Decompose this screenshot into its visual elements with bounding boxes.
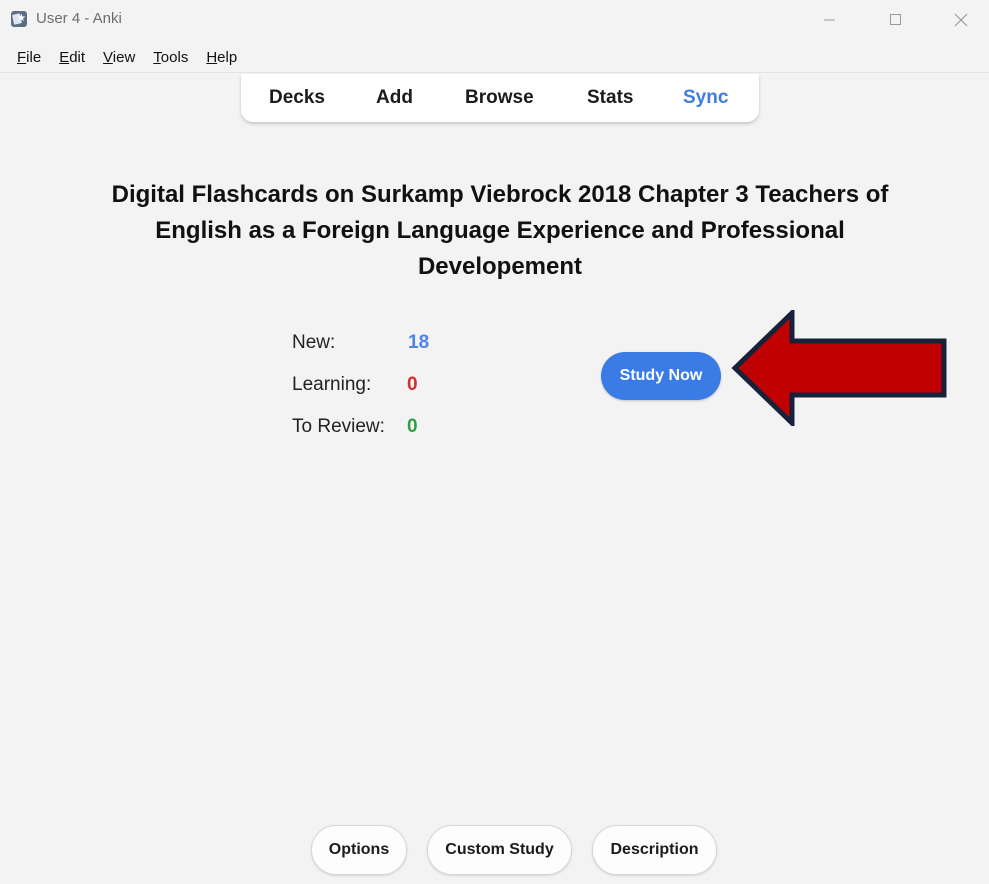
count-row-review: To Review: 0 (292, 406, 418, 448)
anki-icon (11, 11, 27, 27)
menu-divider (0, 72, 989, 73)
toolbar-sync-link[interactable]: Sync (683, 87, 728, 109)
deck-title: Digital Flashcards on Surkamp Viebrock 2… (111, 181, 889, 280)
menu-help[interactable]: Help (205, 49, 238, 66)
new-label: New: (292, 332, 336, 353)
window-title: User 4 - Anki (36, 10, 122, 27)
menu-file[interactable]: File (16, 49, 42, 66)
menu-view[interactable]: View (102, 49, 136, 66)
custom-study-button[interactable]: Custom Study (427, 825, 572, 875)
close-button[interactable] (933, 2, 989, 38)
toolbar-decks-link[interactable]: Decks (269, 87, 325, 109)
review-label: To Review: (292, 416, 385, 437)
close-icon (954, 13, 968, 27)
maximize-button[interactable] (866, 2, 926, 38)
review-count: 0 (407, 416, 418, 437)
learning-label: Learning: (292, 374, 372, 395)
menu-edit[interactable]: Edit (58, 49, 86, 66)
arrow-left-annotation (731, 310, 947, 426)
main-toolbar: Decks Add Browse Stats Sync (241, 74, 759, 122)
minimize-button[interactable] (800, 2, 860, 38)
new-count: 18 (408, 332, 430, 353)
maximize-icon (890, 14, 901, 25)
toolbar-stats-link[interactable]: Stats (587, 87, 633, 109)
minimize-icon (824, 19, 835, 21)
toolbar-add-link[interactable]: Add (376, 87, 413, 109)
description-button[interactable]: Description (592, 825, 717, 875)
options-button[interactable]: Options (311, 825, 407, 875)
count-row-new: New: 18 (292, 322, 429, 364)
study-now-button[interactable]: Study Now (601, 352, 721, 400)
toolbar-browse-link[interactable]: Browse (465, 87, 534, 109)
deck-counts: New: 18 Learning: 0 To Review: 0 (292, 322, 429, 448)
learning-count: 0 (407, 374, 418, 395)
menu-bar: File Edit View Tools Help (0, 44, 989, 70)
count-row-learning: Learning: 0 (292, 364, 418, 406)
title-bar: User 4 - Anki (0, 0, 989, 40)
menu-tools[interactable]: Tools (152, 49, 189, 66)
